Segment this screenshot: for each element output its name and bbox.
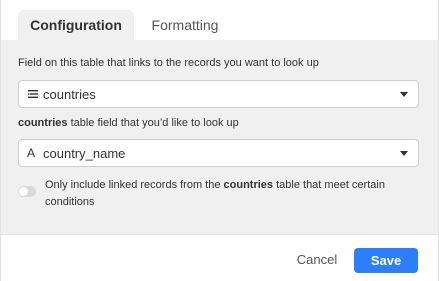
- chevron-down-icon: [400, 92, 408, 97]
- chevron-down-icon: [400, 151, 408, 156]
- condition-toggle[interactable]: [18, 186, 36, 197]
- lookup-field-dialog: Configuration Formatting Field on this t…: [0, 0, 439, 281]
- condition-toggle-label: Only include linked records from the cou…: [45, 177, 425, 211]
- link-field-label: Field on this table that links to the re…: [18, 57, 319, 69]
- tab-bar: Configuration Formatting: [1, 0, 438, 40]
- lookup-field-select[interactable]: A country_name: [18, 139, 419, 167]
- link-field-select[interactable]: countries: [18, 80, 419, 108]
- condition-text-table: countries: [223, 179, 274, 191]
- tab-configuration[interactable]: Configuration: [18, 10, 134, 40]
- cancel-button[interactable]: Cancel: [291, 248, 343, 272]
- link-field-value: countries: [43, 87, 96, 102]
- lookup-field-label: countries table field that you’d like to…: [18, 117, 239, 129]
- toggle-knob: [19, 187, 28, 196]
- list-lines-icon: [27, 88, 39, 100]
- configuration-panel: Field on this table that links to the re…: [1, 40, 438, 235]
- lookup-field-label-rest: table field that you’d like to look up: [67, 117, 239, 129]
- text-field-icon: A: [27, 146, 36, 160]
- condition-text-before: Only include linked records from the: [45, 179, 224, 191]
- lookup-field-value: country_name: [43, 146, 126, 161]
- save-button[interactable]: Save: [354, 248, 418, 273]
- dialog-footer: Cancel Save: [1, 236, 438, 281]
- tab-formatting[interactable]: Formatting: [149, 10, 221, 40]
- lookup-field-label-table: countries: [18, 117, 68, 129]
